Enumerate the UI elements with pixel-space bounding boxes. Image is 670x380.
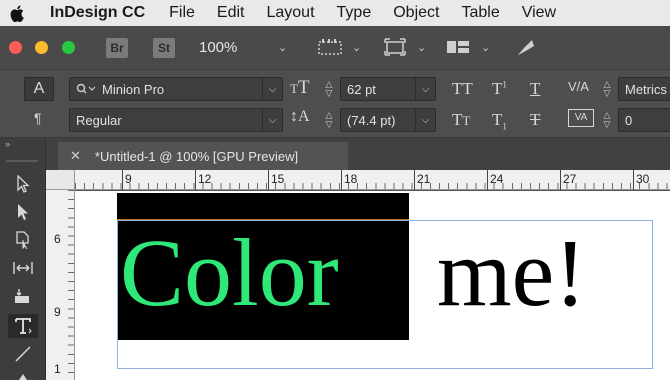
font-size-value: 62 pt xyxy=(347,81,376,97)
selected-text[interactable]: Color xyxy=(120,225,339,321)
chevron-down-icon[interactable]: ⌵ xyxy=(262,109,282,131)
leading-field[interactable]: (74.4 pt) ⌵ xyxy=(340,108,436,132)
app-menu[interactable]: InDesign CC xyxy=(50,4,145,22)
font-style-value: Regular xyxy=(76,112,122,128)
type-tool-icon[interactable] xyxy=(8,314,38,338)
gap-tool-icon[interactable] xyxy=(8,256,38,280)
ruler-label: 12 xyxy=(198,172,212,186)
document-tab[interactable]: ✕ *Untitled-1 @ 100% [GPU Preview] xyxy=(58,142,348,170)
subscript-icon[interactable]: T1 xyxy=(492,110,507,131)
tracking-icon: VA xyxy=(568,109,594,127)
line-tool-icon[interactable] xyxy=(8,342,38,366)
ruler-label: 21 xyxy=(417,172,431,186)
ruler-label: 6 xyxy=(54,232,61,246)
character-formatting-toggle[interactable]: A xyxy=(24,77,54,101)
document-tab-bar: ✕ *Untitled-1 @ 100% [GPU Preview] xyxy=(0,138,670,170)
kerning-field[interactable]: Metrics xyxy=(618,77,670,101)
kerning-icon: V/A xyxy=(568,79,589,94)
menu-object[interactable]: Object xyxy=(393,4,439,22)
search-font-icon xyxy=(76,83,96,95)
view-options-icon[interactable] xyxy=(318,38,344,61)
kerning-stepper[interactable]: △ ▽ xyxy=(600,77,614,101)
leading-icon: ↕A xyxy=(290,108,310,125)
font-size-field[interactable]: 62 pt ⌵ xyxy=(340,77,436,101)
chevron-down-icon[interactable]: ⌄ xyxy=(352,41,361,54)
chevron-down-icon[interactable]: ⌄ xyxy=(481,41,490,54)
arrange-documents-icon[interactable] xyxy=(446,38,470,61)
ruler-label: 9 xyxy=(125,172,132,186)
ruler-label: 1 xyxy=(54,362,61,376)
ruler-origin[interactable] xyxy=(46,170,75,190)
direct-selection-tool-icon[interactable] xyxy=(8,200,38,224)
tracking-value: 0 xyxy=(625,112,633,128)
control-panel: A ¶ Minion Pro ⌵ Regular ⌵ TT △ ▽ 62 pt ⌵… xyxy=(0,69,670,138)
document-tab-title: *Untitled-1 @ 100% [GPU Preview] xyxy=(94,148,299,164)
menu-table[interactable]: Table xyxy=(461,4,499,22)
font-size-stepper[interactable]: △ ▽ xyxy=(322,77,336,101)
paragraph-formatting-toggle[interactable]: ¶ xyxy=(34,110,42,126)
chevron-down-icon[interactable]: ⌵ xyxy=(262,78,282,100)
menu-layout[interactable]: Layout xyxy=(266,4,314,22)
font-style-field[interactable]: Regular ⌵ xyxy=(69,108,283,132)
zoom-window-button[interactable] xyxy=(62,41,75,54)
all-caps-icon[interactable]: TT xyxy=(452,79,473,99)
ruler-label: 24 xyxy=(490,172,504,186)
ruler-label: 18 xyxy=(344,172,358,186)
font-family-field[interactable]: Minion Pro ⌵ xyxy=(69,77,283,101)
selection-tool-icon[interactable] xyxy=(8,172,38,196)
tools-panel: ›› xyxy=(0,138,46,380)
pen-tool-icon[interactable] xyxy=(8,368,38,380)
page-tool-icon[interactable] xyxy=(8,228,38,252)
chevron-down-icon[interactable]: ⌄ xyxy=(278,41,287,54)
close-tab-icon[interactable]: ✕ xyxy=(70,148,81,164)
content-collector-tool-icon[interactable] xyxy=(8,284,38,308)
publish-online-icon[interactable] xyxy=(514,38,536,63)
font-size-icon: TT xyxy=(290,77,310,98)
kerning-value: Metrics xyxy=(625,81,667,97)
stock-button[interactable]: St xyxy=(153,38,175,58)
tracking-field[interactable]: 0 xyxy=(618,108,670,132)
menu-view[interactable]: View xyxy=(522,4,556,22)
panel-grip[interactable] xyxy=(6,160,38,162)
chevron-down-icon[interactable]: ⌄ xyxy=(417,41,426,54)
document-page[interactable]: Color me! xyxy=(75,191,670,380)
tracking-stepper[interactable]: △ ▽ xyxy=(600,108,614,132)
strikethrough-icon[interactable]: T xyxy=(530,110,540,130)
unselected-text[interactable]: me! xyxy=(437,225,586,321)
zoom-level-field[interactable]: 100% xyxy=(199,39,237,56)
close-window-button[interactable] xyxy=(9,41,22,54)
collapse-panel-icon[interactable]: ›› xyxy=(5,139,10,149)
leading-value: (74.4 pt) xyxy=(347,112,396,128)
font-family-value: Minion Pro xyxy=(102,81,165,97)
bridge-button[interactable]: Br xyxy=(106,38,128,58)
menu-type[interactable]: Type xyxy=(337,4,372,22)
leading-stepper[interactable]: △ ▽ xyxy=(322,108,336,132)
small-caps-icon[interactable]: TT xyxy=(452,110,470,130)
chevron-down-icon[interactable]: ⌵ xyxy=(415,109,435,131)
ruler-label: 27 xyxy=(563,172,577,186)
ruler-label: 9 xyxy=(54,305,61,319)
superscript-icon[interactable]: T1 xyxy=(492,79,507,99)
screen-mode-icon[interactable] xyxy=(384,38,406,61)
minimize-window-button[interactable] xyxy=(35,41,48,54)
menu-bar: InDesign CC File Edit Layout Type Object… xyxy=(0,0,670,26)
ruler-label: 30 xyxy=(636,172,650,186)
application-bar: Br St 100% ⌄ ⌄ ⌄ ⌄ xyxy=(0,26,670,69)
apple-menu-icon[interactable] xyxy=(0,5,34,22)
horizontal-ruler[interactable]: 9 12 15 18 21 24 27 30 xyxy=(75,170,670,190)
underline-icon[interactable]: T xyxy=(530,79,540,99)
ruler-label: 15 xyxy=(271,172,285,186)
menu-edit[interactable]: Edit xyxy=(217,4,245,22)
chevron-down-icon[interactable]: ⌵ xyxy=(415,78,435,100)
vertical-ruler[interactable]: 6 9 1 xyxy=(46,190,75,380)
menu-file[interactable]: File xyxy=(169,4,195,22)
